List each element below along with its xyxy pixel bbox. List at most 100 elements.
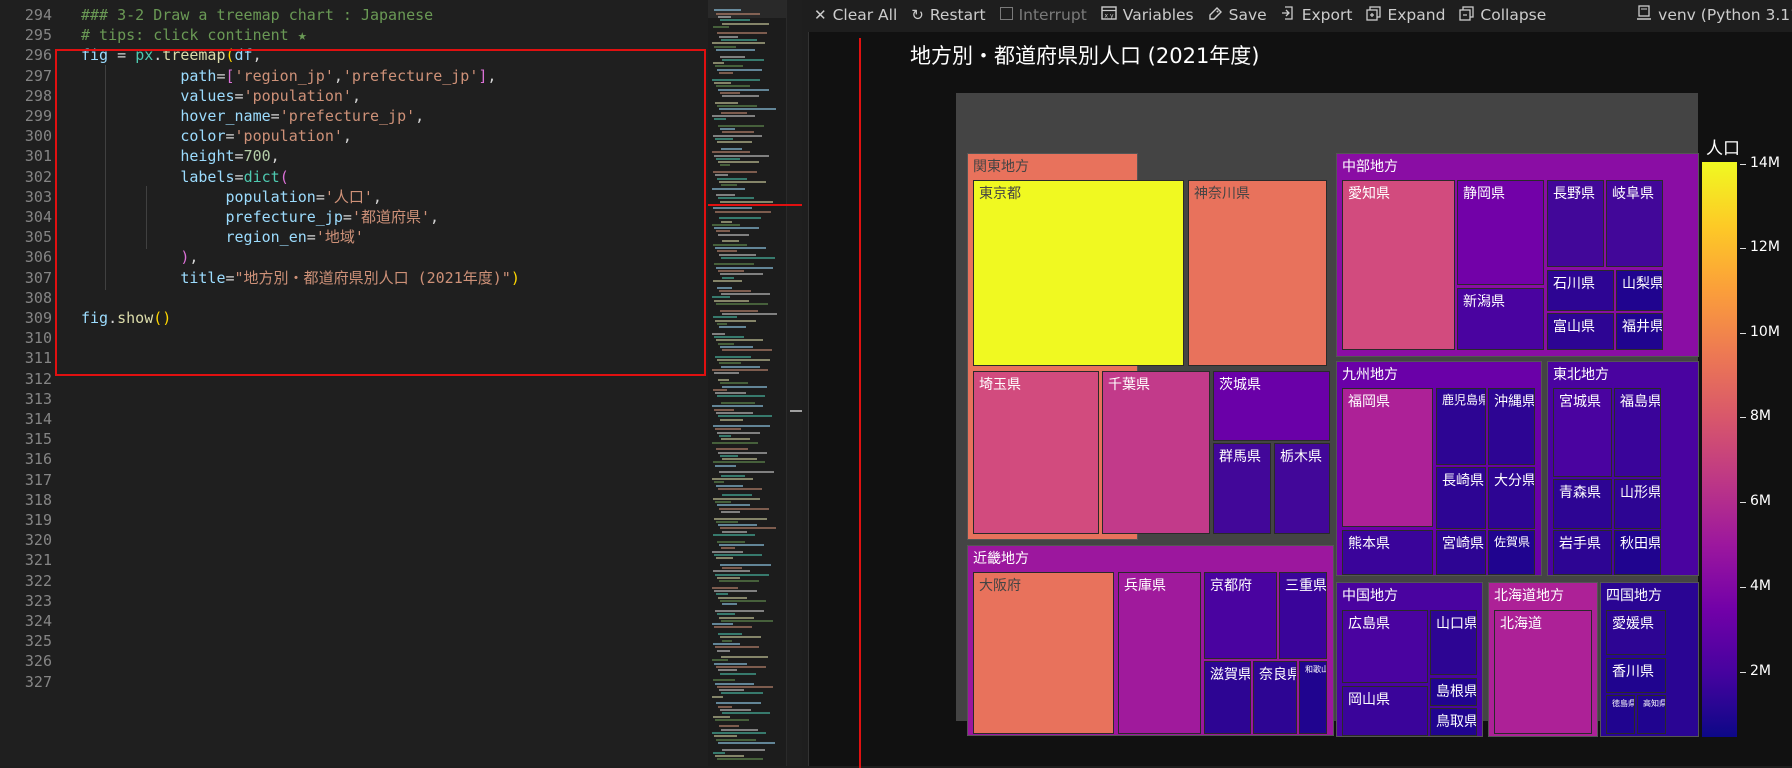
minimap-line: [720, 309, 758, 312]
treemap-prefecture-tile[interactable]: 秋田県: [1614, 530, 1661, 575]
minimap-line: [714, 662, 747, 665]
treemap-prefecture-tile[interactable]: 広島県: [1342, 610, 1428, 683]
minimap-line: [715, 573, 769, 576]
treemap-prefecture-tile[interactable]: 大阪府: [973, 572, 1114, 734]
treemap-prefecture-tile[interactable]: 千葉県: [1102, 371, 1210, 534]
treemap-prefecture-tile[interactable]: 徳島県: [1606, 695, 1635, 734]
vertical-scrollbar[interactable]: [786, 0, 803, 766]
treemap-prefecture-tile[interactable]: 岐阜県: [1606, 180, 1663, 267]
minimap-line: [714, 118, 726, 121]
prefecture-label: 福岡県: [1348, 394, 1390, 410]
treemap-prefecture-tile[interactable]: 宮城県: [1553, 388, 1612, 477]
minimap-line: [713, 134, 762, 137]
chart-title: 地方別・都道府県別人口 (2021年度): [910, 44, 1260, 68]
interrupt-button[interactable]: Interrupt: [999, 6, 1087, 24]
treemap-prefecture-tile[interactable]: 宮崎県: [1436, 530, 1486, 575]
treemap-prefecture-tile[interactable]: 富山県: [1547, 313, 1614, 350]
treemap-prefecture-tile[interactable]: 北海道: [1494, 610, 1592, 734]
treemap-prefecture-tile[interactable]: 愛媛県: [1606, 610, 1666, 655]
minimap-line: [712, 187, 745, 190]
treemap-prefecture-tile[interactable]: 群馬県: [1213, 443, 1271, 534]
kernel-selector[interactable]: venv (Python 3.11: [1637, 0, 1792, 30]
collapse-button[interactable]: Collapse: [1459, 5, 1546, 25]
treemap-prefecture-tile[interactable]: 福岡県: [1342, 388, 1433, 527]
treemap-prefecture-tile[interactable]: 島根県: [1430, 678, 1477, 706]
treemap-prefecture-tile[interactable]: 三重県: [1279, 572, 1327, 659]
treemap-prefecture-tile[interactable]: 岡山県: [1342, 686, 1428, 736]
code-token: (: [279, 167, 289, 186]
minimap-line: [716, 339, 763, 342]
minimap-line: [717, 431, 760, 434]
treemap-prefecture-tile[interactable]: 京都府: [1204, 572, 1277, 659]
treemap-prefecture-tile[interactable]: 栃木県: [1274, 443, 1330, 534]
treemap-prefecture-tile[interactable]: 青森県: [1553, 479, 1612, 529]
colorbar-tick-label: 2M: [1750, 663, 1771, 679]
treemap-prefecture-tile[interactable]: 鹿児島県: [1436, 388, 1486, 465]
export-icon: [1281, 5, 1296, 25]
treemap-prefecture-tile[interactable]: 高知県: [1637, 695, 1666, 734]
minimap-line: [719, 725, 739, 728]
minimap-line: [716, 738, 756, 741]
code-token: labels: [81, 167, 235, 186]
line-number: 327: [24, 672, 52, 691]
minimap-line: [720, 128, 735, 131]
treemap-prefecture-tile[interactable]: 茨城県: [1213, 371, 1330, 441]
minimap-line: [713, 642, 740, 645]
colorbar-tick-label: 12M: [1750, 239, 1780, 255]
treemap-prefecture-tile[interactable]: 岩手県: [1553, 530, 1612, 575]
minimap-line: [719, 180, 766, 183]
region-label: 四国地方: [1606, 588, 1662, 604]
scrollbar-thumb[interactable]: [790, 410, 802, 412]
minimap-line: [722, 276, 734, 279]
treemap-prefecture-tile[interactable]: 石川県: [1547, 270, 1614, 311]
treemap-prefecture-tile[interactable]: 長野県: [1547, 180, 1604, 267]
treemap-prefecture-tile[interactable]: 鳥取県: [1430, 708, 1477, 736]
variables-button[interactable]: x y Variables: [1101, 6, 1194, 24]
treemap-prefecture-tile[interactable]: 兵庫県: [1118, 572, 1201, 734]
clear-all-button[interactable]: ✕ Clear All: [814, 6, 897, 24]
minimap-line: [716, 448, 748, 451]
treemap-prefecture-tile[interactable]: 沖縄県: [1488, 388, 1535, 465]
treemap-prefecture-tile[interactable]: 香川県: [1606, 658, 1666, 693]
treemap-prefecture-tile[interactable]: 奈良県: [1253, 661, 1297, 734]
svg-text:x y: x y: [1104, 13, 1113, 20]
treemap-prefecture-tile[interactable]: 滋賀県: [1204, 661, 1251, 734]
treemap-prefecture-tile[interactable]: 新潟県: [1457, 288, 1544, 350]
export-button[interactable]: Export: [1281, 5, 1352, 25]
minimap-line: [722, 530, 747, 533]
minimap[interactable]: [708, 0, 786, 766]
region-label: 関東地方: [973, 159, 1029, 175]
treemap-prefecture-tile[interactable]: 神奈川県: [1188, 180, 1327, 366]
treemap-prefecture-tile[interactable]: 愛知県: [1342, 180, 1455, 350]
minimap-line: [714, 154, 769, 157]
treemap-prefecture-tile[interactable]: 熊本県: [1342, 530, 1433, 575]
treemap-prefecture-tile[interactable]: 大分県: [1488, 467, 1535, 529]
minimap-line: [715, 246, 766, 249]
treemap-prefecture-tile[interactable]: 福島県: [1614, 388, 1661, 477]
minimap-line: [718, 705, 732, 708]
minimap-line: [716, 557, 733, 560]
save-button[interactable]: Save: [1208, 6, 1267, 25]
treemap-prefecture-tile[interactable]: 静岡県: [1457, 180, 1544, 285]
treemap-prefecture-tile[interactable]: 福井県: [1616, 313, 1663, 350]
code-token: path: [81, 66, 217, 85]
code-token: px: [135, 46, 154, 65]
treemap-prefecture-tile[interactable]: 山形県: [1614, 479, 1661, 529]
treemap-prefecture-tile[interactable]: 山口県: [1430, 610, 1477, 675]
expand-button[interactable]: Expand: [1366, 5, 1445, 25]
treemap-prefecture-tile[interactable]: 東京都: [973, 180, 1184, 366]
treemap-prefecture-tile[interactable]: 山梨県: [1616, 270, 1663, 311]
treemap-prefecture-tile[interactable]: 長崎県: [1436, 467, 1486, 529]
code-line[interactable]: 327: [0, 671, 708, 694]
colorbar-tick: [1740, 417, 1746, 418]
treemap-prefecture-tile[interactable]: 佐賀県: [1488, 530, 1535, 575]
treemap-prefecture-tile[interactable]: 埼玉県: [973, 371, 1099, 534]
code-token: dict: [243, 167, 280, 186]
minimap-line: [719, 217, 761, 220]
restart-button[interactable]: ↻ Restart: [911, 6, 985, 24]
minimap-line: [721, 220, 732, 223]
code-editor[interactable]: 294 ### 3-2 Draw a treemap chart : Japane…: [0, 0, 708, 766]
variables-icon: x y: [1101, 6, 1117, 24]
treemap-prefecture-tile[interactable]: 和歌山県: [1299, 661, 1327, 734]
region-label: 北海道地方: [1494, 588, 1564, 604]
